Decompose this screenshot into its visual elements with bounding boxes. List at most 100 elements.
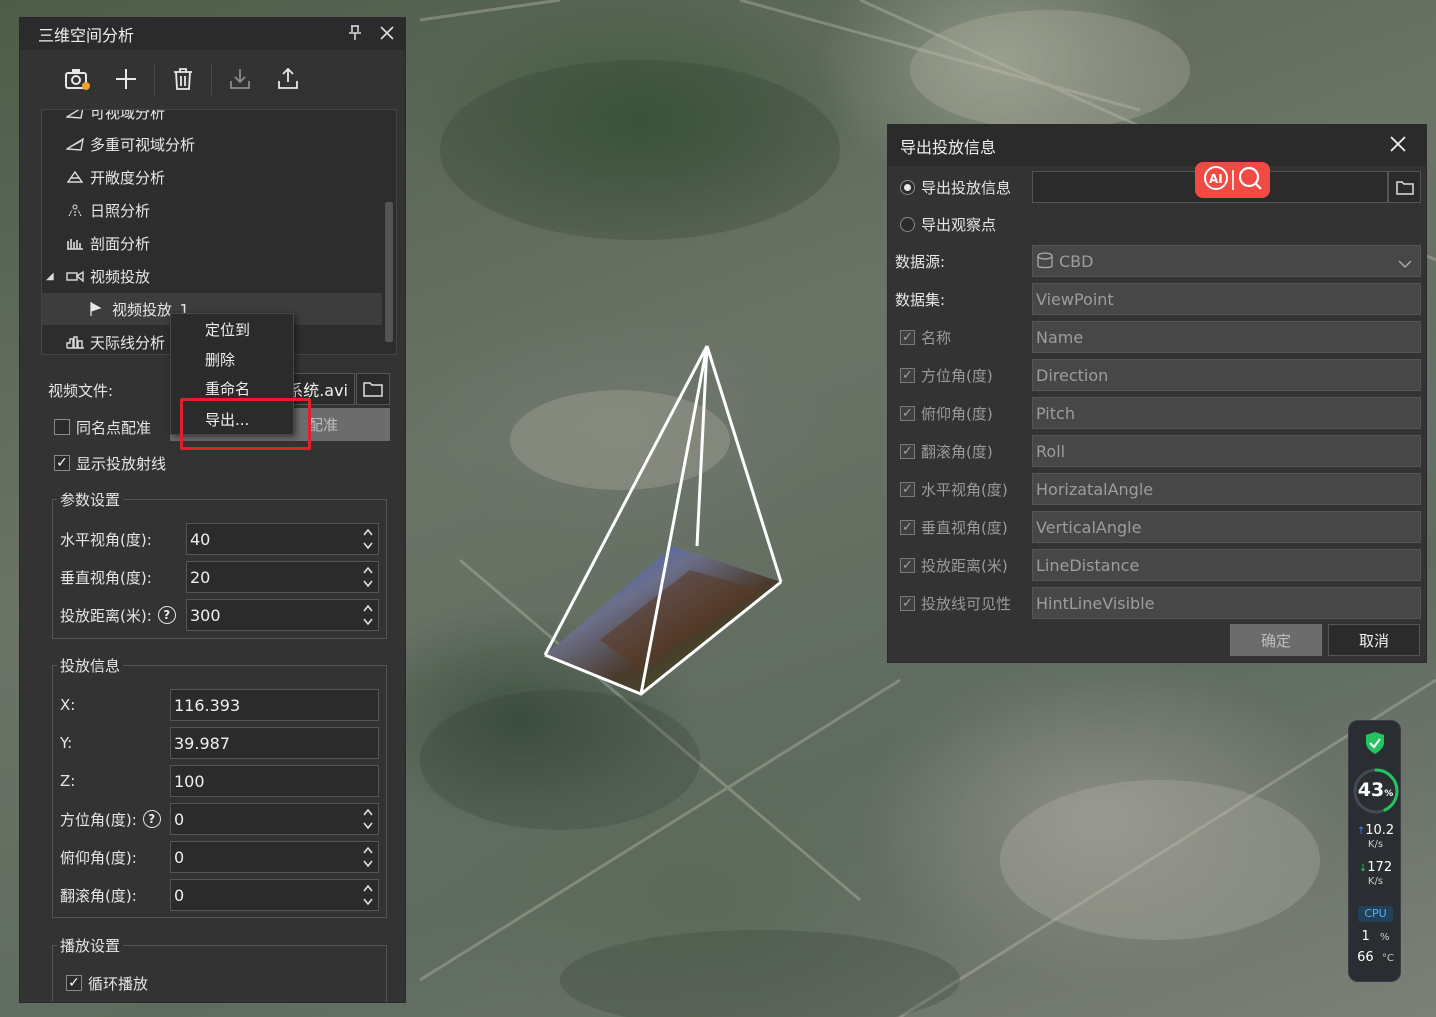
cpu-badge: CPU bbox=[1358, 906, 1393, 922]
ai-icon[interactable]: AI bbox=[1203, 165, 1229, 195]
same-point-checkbox-row[interactable]: 同名点配准 bbox=[54, 412, 151, 442]
h-fov-label: 水平视角(度): bbox=[60, 530, 152, 549]
field-name-input[interactable]: Roll bbox=[1032, 435, 1421, 467]
field-label: 名称 bbox=[921, 328, 952, 347]
tree-item-video-projection[interactable]: ◢ 视频投放 bbox=[42, 260, 382, 292]
field-checkbox[interactable]: ✓ bbox=[900, 405, 915, 421]
expand-arrow-icon[interactable]: ◢ bbox=[46, 271, 60, 282]
panel-toolbar bbox=[20, 50, 405, 108]
roll-label: 翻滚角(度): bbox=[60, 886, 137, 905]
tree-item-profile[interactable]: 剖面分析 bbox=[42, 227, 382, 259]
field-name-input[interactable]: Name bbox=[1032, 321, 1421, 353]
radio-export-info[interactable] bbox=[900, 179, 915, 195]
cancel-button[interactable]: 取消 bbox=[1328, 624, 1420, 656]
upload-unit: K/s bbox=[1367, 839, 1384, 850]
export-icon[interactable] bbox=[264, 59, 312, 99]
help-icon[interactable]: ? bbox=[142, 810, 161, 828]
field-name-input[interactable]: VerticalAngle bbox=[1032, 511, 1421, 543]
field-checkbox-row[interactable]: ✓ 垂直视角(度) bbox=[900, 511, 1008, 543]
usage-percent-unit: % bbox=[1384, 789, 1394, 799]
radio-export-view-row[interactable]: 导出观察点 bbox=[900, 208, 996, 240]
field-name-value: Pitch bbox=[1036, 403, 1075, 423]
radio-export-view[interactable] bbox=[900, 216, 915, 232]
field-checkbox[interactable]: ✓ bbox=[900, 595, 915, 611]
loop-checkbox-row[interactable]: ✓ 循环播放 bbox=[66, 968, 148, 998]
field-name-input[interactable]: LineDistance bbox=[1032, 549, 1421, 581]
x-value: 116.393 bbox=[174, 695, 241, 715]
spinner-arrows-icon[interactable] bbox=[362, 527, 374, 551]
tree-item-viewshed[interactable]: 可视域分析 bbox=[42, 110, 382, 128]
pitch-spinner[interactable]: 0 bbox=[170, 841, 379, 873]
system-monitor-widget[interactable]: 43% ↑10.2 K/s ↓172 K/s CPU 1 % 66 °C bbox=[1348, 720, 1401, 982]
loop-checkbox[interactable]: ✓ bbox=[66, 975, 82, 991]
field-label: 俯仰角(度) bbox=[921, 404, 993, 423]
help-icon[interactable]: ? bbox=[157, 606, 176, 624]
ok-button[interactable]: 确定 bbox=[1230, 624, 1322, 656]
upload-speed-row: ↑10.2 bbox=[1349, 823, 1402, 838]
field-name-input[interactable]: HintLineVisible bbox=[1032, 587, 1421, 619]
tree-scrollbar[interactable] bbox=[385, 110, 393, 354]
datasource-select[interactable]: CBD bbox=[1032, 245, 1421, 277]
add-icon[interactable] bbox=[102, 59, 150, 99]
same-point-checkbox[interactable] bbox=[54, 419, 70, 435]
browse-folder-icon[interactable] bbox=[1388, 171, 1421, 203]
search-icon[interactable] bbox=[1237, 165, 1263, 195]
field-checkbox[interactable]: ✓ bbox=[900, 367, 915, 383]
y-input[interactable]: 39.987 bbox=[170, 727, 379, 759]
close-icon[interactable] bbox=[377, 23, 397, 43]
dataset-input[interactable]: ViewPoint bbox=[1032, 283, 1421, 315]
field-checkbox-row[interactable]: ✓ 投放线可见性 bbox=[900, 587, 1011, 619]
field-checkbox-row[interactable]: ✓ 投放距离(米) bbox=[900, 549, 1008, 581]
pin-icon[interactable] bbox=[345, 23, 365, 43]
highlight-box bbox=[180, 398, 311, 450]
roll-value: 0 bbox=[174, 885, 185, 905]
tree-item-multi-viewshed[interactable]: 多重可视域分析 bbox=[42, 128, 382, 160]
spinner-arrows-icon[interactable] bbox=[362, 603, 374, 627]
spinner-arrows-icon[interactable] bbox=[362, 807, 374, 831]
close-icon[interactable] bbox=[1390, 136, 1406, 156]
cpu-unit: % bbox=[1379, 932, 1390, 943]
roll-spinner[interactable]: 0 bbox=[170, 879, 379, 911]
show-rays-checkbox[interactable]: ✓ bbox=[54, 455, 70, 471]
menu-item-delete[interactable]: 删除 bbox=[205, 345, 235, 373]
ai-helper-toolbar[interactable]: AI bbox=[1195, 162, 1270, 198]
camera-add-icon[interactable] bbox=[54, 59, 102, 99]
field-name-input[interactable]: Direction bbox=[1032, 359, 1421, 391]
field-name-input[interactable]: Pitch bbox=[1032, 397, 1421, 429]
openness-icon bbox=[66, 169, 86, 185]
field-name-input[interactable]: HorizatalAngle bbox=[1032, 473, 1421, 505]
field-checkbox-row[interactable]: ✓ 水平视角(度) bbox=[900, 473, 1008, 505]
v-fov-spinner[interactable]: 20 bbox=[186, 561, 379, 593]
video-file-label: 视频文件: bbox=[48, 381, 114, 400]
field-checkbox-row[interactable]: ✓ 名称 bbox=[900, 321, 951, 353]
field-checkbox[interactable]: ✓ bbox=[900, 443, 915, 459]
tree-item-openness[interactable]: 开敞度分析 bbox=[42, 161, 382, 193]
scrollbar-thumb[interactable] bbox=[385, 202, 393, 342]
field-checkbox[interactable]: ✓ bbox=[900, 481, 915, 497]
radio-export-info-row[interactable]: 导出投放信息 bbox=[900, 171, 1011, 203]
field-checkbox-row[interactable]: ✓ 俯仰角(度) bbox=[900, 397, 993, 429]
show-rays-checkbox-row[interactable]: ✓ 显示投放射线 bbox=[54, 448, 166, 478]
field-checkbox-row[interactable]: ✓ 翻滚角(度) bbox=[900, 435, 993, 467]
azimuth-spinner[interactable]: 0 bbox=[170, 803, 379, 835]
x-input[interactable]: 116.393 bbox=[170, 689, 379, 721]
field-checkbox-row[interactable]: ✓ 方位角(度) bbox=[900, 359, 993, 391]
tree-item-sunlight[interactable]: 日照分析 bbox=[42, 194, 382, 226]
field-checkbox[interactable]: ✓ bbox=[900, 519, 915, 535]
spinner-arrows-icon[interactable] bbox=[362, 565, 374, 589]
spinner-arrows-icon[interactable] bbox=[362, 845, 374, 869]
shield-icon bbox=[1365, 731, 1385, 759]
distance-spinner[interactable]: 300 bbox=[186, 599, 379, 631]
browse-folder-icon[interactable] bbox=[356, 373, 390, 405]
spinner-arrows-icon[interactable] bbox=[362, 883, 374, 907]
delete-icon[interactable] bbox=[159, 59, 207, 99]
chevron-down-icon[interactable] bbox=[1398, 254, 1412, 273]
menu-item-locate[interactable]: 定位到 bbox=[205, 315, 250, 343]
field-checkbox[interactable]: ✓ bbox=[900, 557, 915, 573]
panel-title: 三维空间分析 bbox=[38, 26, 135, 45]
usage-percent-row: 43% bbox=[1349, 779, 1402, 801]
h-fov-spinner[interactable]: 40 bbox=[186, 523, 379, 555]
z-input[interactable]: 100 bbox=[170, 765, 379, 797]
import-icon[interactable] bbox=[216, 59, 264, 99]
field-checkbox[interactable]: ✓ bbox=[900, 329, 915, 345]
